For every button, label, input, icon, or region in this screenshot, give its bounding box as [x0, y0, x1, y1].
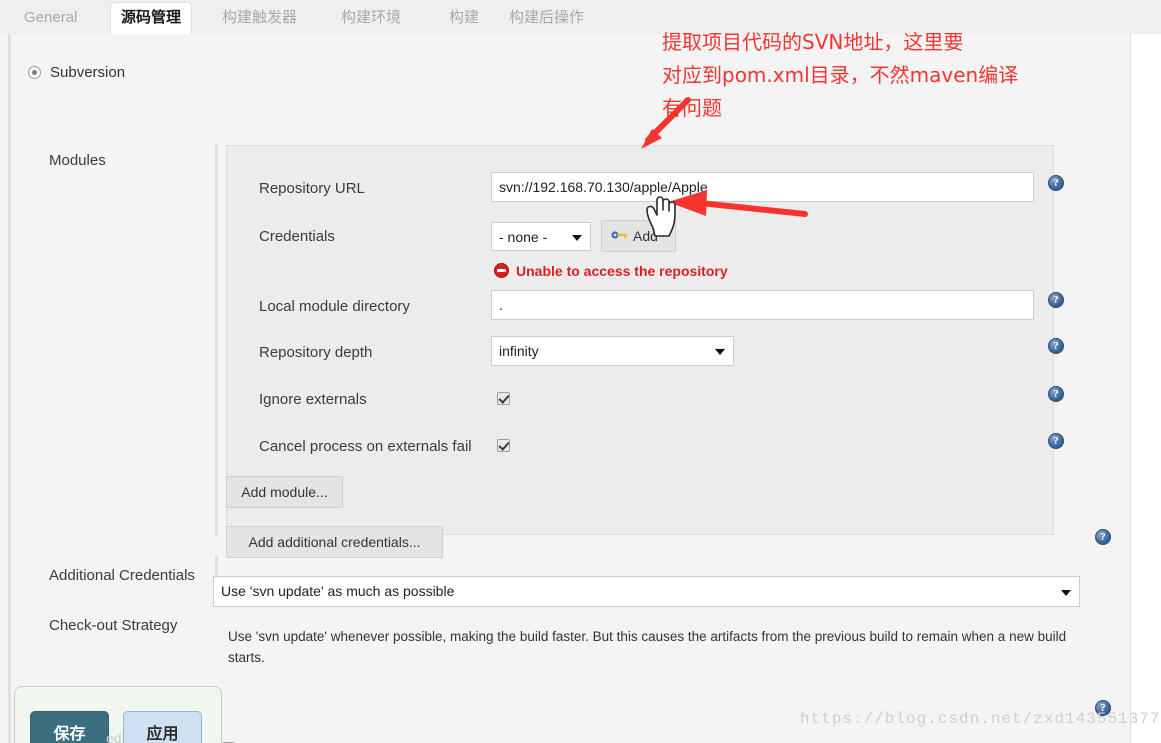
- local-module-directory-label: Local module directory: [259, 298, 410, 315]
- right-gutter: [1131, 34, 1161, 743]
- config-tab-bar: General 源码管理 构建触发器 构建环境 构建 构建后操作: [0, 0, 1161, 35]
- repository-url-input[interactable]: svn://192.168.70.130/apple/Apple: [491, 172, 1034, 202]
- csdn-watermark: https://blog.csdn.net/zxd1435513775: [800, 710, 1161, 728]
- save-button[interactable]: 保存: [30, 711, 109, 743]
- add-additional-credentials-button[interactable]: Add additional credentials...: [226, 526, 443, 558]
- repository-depth-label: Repository depth: [259, 344, 373, 361]
- tab-build-environment[interactable]: 构建环境: [331, 4, 411, 31]
- scm-subversion-row[interactable]: Subversion: [28, 62, 125, 82]
- cancel-process-on-externals-fail-checkbox[interactable]: [497, 439, 510, 452]
- jenkins-job-config-page: General 源码管理 构建触发器 构建环境 构建 构建后操作 Subvers…: [0, 0, 1161, 743]
- chevron-down-icon: [715, 349, 725, 355]
- checkout-strategy-description: Use 'svn update' whenever possible, maki…: [228, 629, 1067, 665]
- checkout-strategy-select[interactable]: Use 'svn update' as much as possible: [213, 576, 1080, 607]
- credentials-select-value: - none -: [499, 229, 548, 245]
- config-form-body: Subversion Modules Repository URL svn://…: [0, 34, 1161, 743]
- modules-label: Modules: [49, 152, 106, 169]
- tab-source-code-management[interactable]: 源码管理: [110, 2, 193, 35]
- tab-general[interactable]: General: [14, 4, 87, 31]
- left-rail-divider: [8, 34, 11, 743]
- credentials-select[interactable]: - none -: [491, 222, 591, 251]
- credentials-add-button-label: Add: [633, 228, 658, 244]
- ignore-externals-label: Ignore externals: [259, 391, 367, 408]
- radio-subversion-label: Subversion: [50, 63, 126, 81]
- no-entry-icon: [494, 263, 509, 278]
- savebar-ghost-text: ed: [106, 730, 122, 743]
- ignore-externals-checkbox[interactable]: [497, 392, 510, 405]
- add-module-button[interactable]: Add module...: [226, 476, 343, 508]
- modules-section-divider: [215, 143, 218, 537]
- repository-depth-value: infinity: [499, 343, 539, 359]
- repository-url-help-icon[interactable]: ?: [1048, 175, 1064, 191]
- chevron-down-icon: [1061, 589, 1071, 596]
- credentials-add-button[interactable]: Add: [601, 220, 676, 252]
- additional-credentials-help-icon[interactable]: ?: [1095, 529, 1111, 545]
- cancel-process-on-externals-fail-label: Cancel process on externals fail: [259, 438, 472, 455]
- local-module-directory-help-icon[interactable]: ?: [1048, 292, 1064, 308]
- tab-post-build-actions[interactable]: 构建后操作: [499, 4, 594, 31]
- chevron-down-icon: [572, 234, 582, 241]
- key-icon: [611, 231, 628, 239]
- credentials-label: Credentials: [259, 228, 335, 245]
- repository-depth-select[interactable]: infinity: [491, 336, 734, 366]
- tab-build[interactable]: 构建: [439, 4, 489, 31]
- repository-depth-help-icon[interactable]: ?: [1048, 338, 1064, 354]
- additional-credentials-label: Additional Credentials: [49, 567, 195, 584]
- cancel-process-on-externals-fail-help-icon[interactable]: ?: [1048, 433, 1064, 449]
- radio-subversion[interactable]: [28, 65, 41, 79]
- apply-button[interactable]: 应用: [123, 711, 202, 743]
- local-module-directory-input[interactable]: .: [491, 290, 1034, 320]
- tab-build-triggers[interactable]: 构建触发器: [212, 4, 307, 31]
- repository-url-label: Repository URL: [259, 180, 365, 197]
- checkout-strategy-value: Use 'svn update' as much as possible: [221, 583, 455, 599]
- ignore-externals-help-icon[interactable]: ?: [1048, 386, 1064, 402]
- credentials-error-message: Unable to access the repository: [516, 263, 728, 279]
- checkout-strategy-label: Check-out Strategy: [49, 617, 178, 634]
